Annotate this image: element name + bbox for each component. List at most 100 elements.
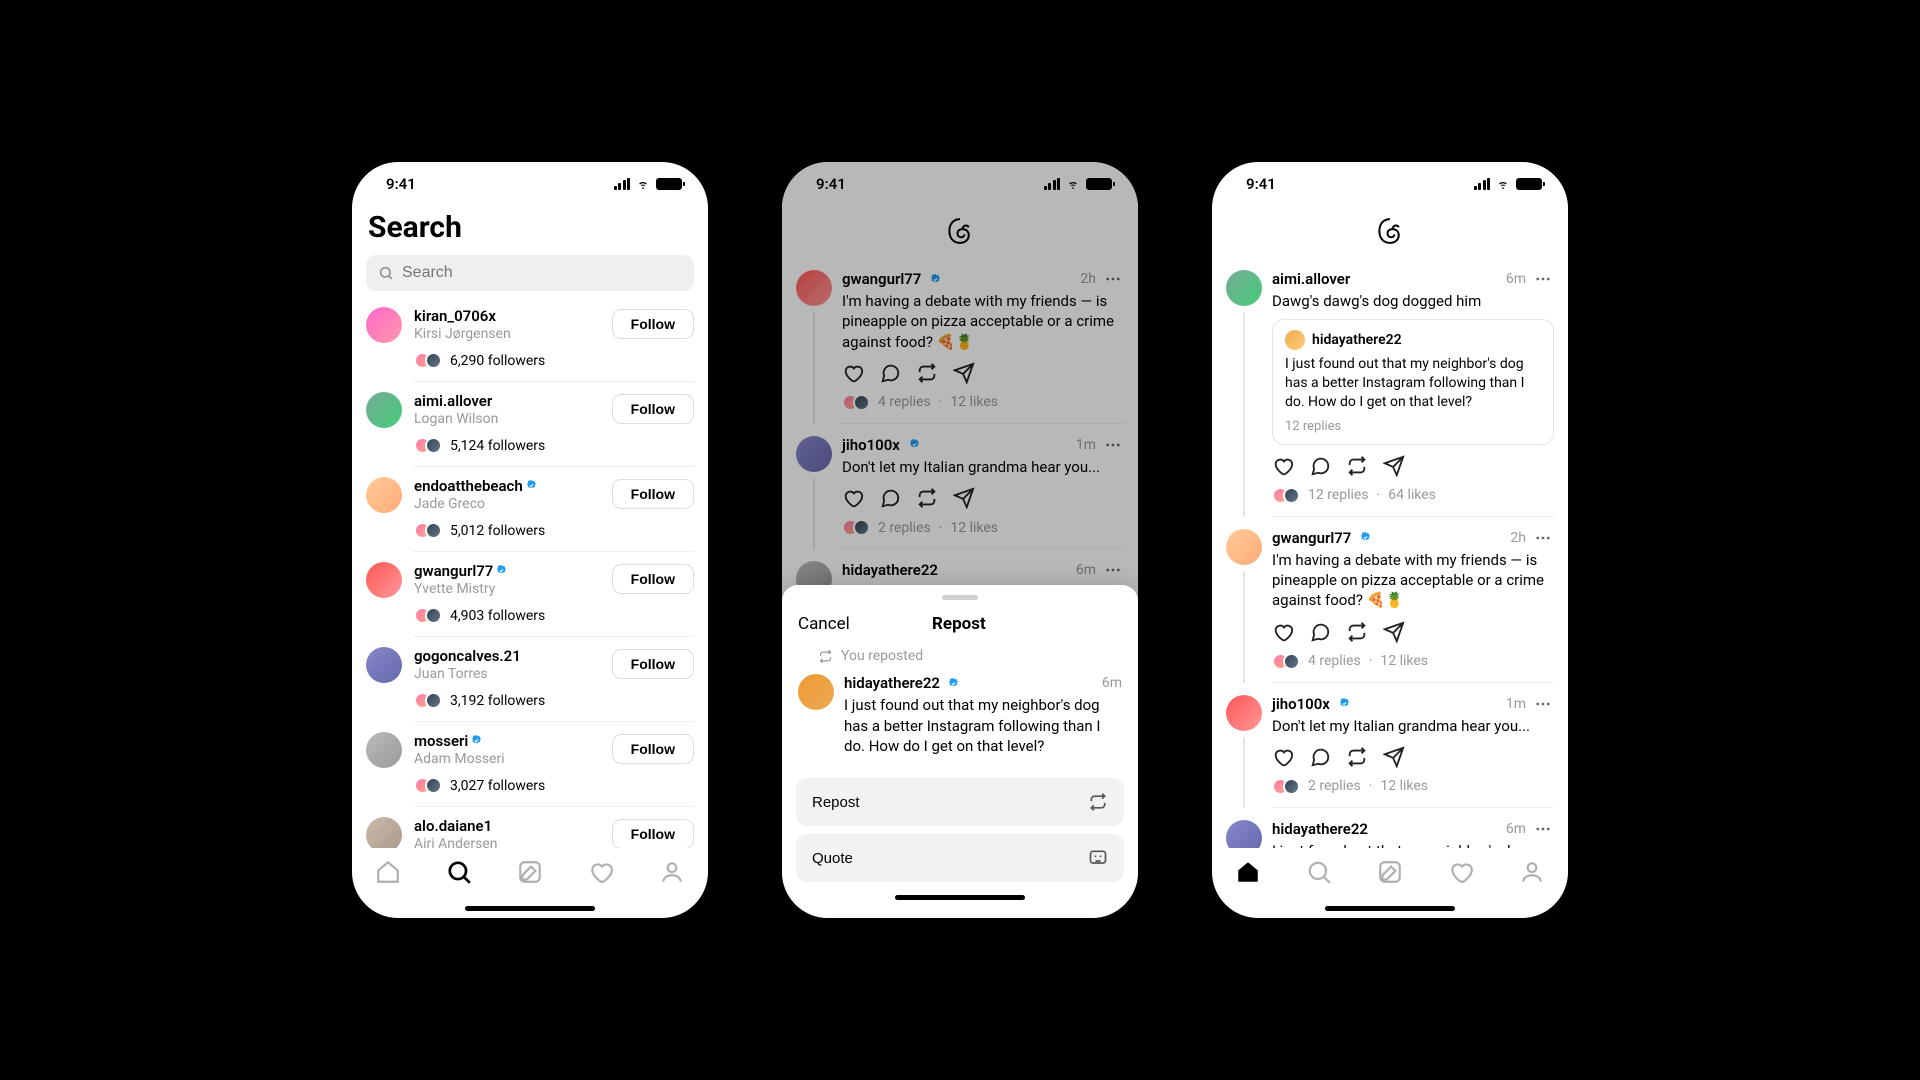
- tab-search[interactable]: [1306, 859, 1332, 885]
- post[interactable]: jiho100x1mDon't let my Italian grandma h…: [782, 424, 1138, 549]
- more-icon[interactable]: [1102, 436, 1124, 454]
- quoted-post[interactable]: hidayathere22I just found out that my ne…: [1272, 319, 1554, 445]
- like-count[interactable]: 12 likes: [950, 520, 998, 536]
- username[interactable]: kiran_0706x: [414, 307, 602, 325]
- more-icon[interactable]: [1102, 270, 1124, 288]
- post[interactable]: aimi.allover6mDawg's dawg's dog dogged h…: [1212, 258, 1568, 517]
- thread-line: [1243, 312, 1245, 517]
- follow-button[interactable]: Follow: [612, 649, 694, 679]
- quoted-replies[interactable]: 12 replies: [1285, 419, 1541, 434]
- tab-home[interactable]: [1235, 859, 1261, 885]
- follow-button[interactable]: Follow: [612, 309, 694, 339]
- user-row[interactable]: gogoncalves.21Juan Torres3,192 followers…: [352, 637, 708, 722]
- quoted-username[interactable]: hidayathere22: [1312, 332, 1402, 348]
- follow-button[interactable]: Follow: [612, 479, 694, 509]
- reply-icon[interactable]: [1309, 455, 1331, 477]
- post-username[interactable]: hidayathere22: [1272, 820, 1368, 838]
- user-row[interactable]: mosseriAdam Mosseri3,027 followersFollow: [352, 722, 708, 807]
- post-username[interactable]: jiho100x: [842, 436, 900, 454]
- post[interactable]: jiho100x1mDon't let my Italian grandma h…: [1212, 683, 1568, 808]
- share-icon[interactable]: [953, 487, 975, 509]
- reply-icon[interactable]: [879, 362, 901, 384]
- post[interactable]: gwangurl772hI'm having a debate with my …: [782, 258, 1138, 424]
- thread-line: [1243, 571, 1245, 683]
- follow-button[interactable]: Follow: [612, 819, 694, 848]
- repost-button[interactable]: Repost: [796, 778, 1124, 826]
- tab-activity[interactable]: [1448, 859, 1474, 885]
- like-icon[interactable]: [1272, 455, 1294, 477]
- reply-count[interactable]: 2 replies: [1308, 778, 1361, 794]
- battery-icon: [1086, 178, 1112, 190]
- tab-profile[interactable]: [1519, 859, 1545, 885]
- user-row[interactable]: aimi.alloverLogan Wilson5,124 followersF…: [352, 382, 708, 467]
- post-username[interactable]: aimi.allover: [1272, 270, 1350, 288]
- tab-home[interactable]: [375, 859, 401, 885]
- reply-count[interactable]: 2 replies: [878, 520, 931, 536]
- cancel-button[interactable]: Cancel: [798, 614, 850, 634]
- more-icon[interactable]: [1532, 695, 1554, 713]
- username[interactable]: endoatthebeach: [414, 477, 602, 495]
- reply-icon[interactable]: [1309, 746, 1331, 768]
- post-username[interactable]: gwangurl77: [842, 270, 921, 288]
- reply-count[interactable]: 4 replies: [878, 394, 931, 410]
- post-actions: [842, 362, 1124, 384]
- like-icon[interactable]: [1272, 621, 1294, 643]
- more-icon[interactable]: [1102, 561, 1124, 579]
- thread-line: [813, 478, 815, 549]
- like-count[interactable]: 64 likes: [1388, 487, 1436, 503]
- user-row[interactable]: alo.daiane1Airi AndersenFollow: [352, 807, 708, 848]
- post-username[interactable]: jiho100x: [1272, 695, 1330, 713]
- tab-compose[interactable]: [1377, 859, 1403, 885]
- sheet-grabber[interactable]: [942, 595, 978, 600]
- search-field[interactable]: [366, 255, 694, 291]
- share-icon[interactable]: [953, 362, 975, 384]
- like-count[interactable]: 12 likes: [1380, 778, 1428, 794]
- repost-icon[interactable]: [1346, 746, 1368, 768]
- username[interactable]: gogoncalves.21: [414, 647, 602, 665]
- like-count[interactable]: 12 likes: [1380, 653, 1428, 669]
- like-icon[interactable]: [842, 362, 864, 384]
- repost-icon[interactable]: [1346, 621, 1368, 643]
- follow-button[interactable]: Follow: [612, 394, 694, 424]
- follow-button[interactable]: Follow: [612, 734, 694, 764]
- username[interactable]: alo.daiane1: [414, 817, 602, 835]
- post[interactable]: hidayathere226mI just found out that my …: [1212, 808, 1568, 848]
- repost-icon[interactable]: [916, 362, 938, 384]
- share-icon[interactable]: [1383, 746, 1405, 768]
- tab-compose[interactable]: [517, 859, 543, 885]
- user-row[interactable]: gwangurl77Yvette Mistry4,903 followersFo…: [352, 552, 708, 637]
- like-icon[interactable]: [842, 487, 864, 509]
- follow-button[interactable]: Follow: [612, 564, 694, 594]
- user-row[interactable]: endoatthebeachJade Greco5,012 followersF…: [352, 467, 708, 552]
- quote-button[interactable]: Quote: [796, 834, 1124, 882]
- user-row[interactable]: kiran_0706xKirsi Jørgensen6,290 follower…: [352, 297, 708, 382]
- page-title: Search: [352, 206, 708, 255]
- share-icon[interactable]: [1383, 621, 1405, 643]
- share-icon[interactable]: [1383, 455, 1405, 477]
- like-icon[interactable]: [1272, 746, 1294, 768]
- post-time: 2h: [1080, 271, 1096, 287]
- avatar: [798, 674, 834, 710]
- username[interactable]: mosseri: [414, 732, 602, 750]
- post-username[interactable]: hidayathere22: [842, 561, 938, 579]
- sheet-post-username[interactable]: hidayathere22: [844, 674, 940, 692]
- search-input[interactable]: [402, 264, 682, 282]
- reply-icon[interactable]: [879, 487, 901, 509]
- more-icon[interactable]: [1532, 270, 1554, 288]
- tab-profile[interactable]: [659, 859, 685, 885]
- repost-icon[interactable]: [916, 487, 938, 509]
- reply-icon[interactable]: [1309, 621, 1331, 643]
- reply-count[interactable]: 12 replies: [1308, 487, 1369, 503]
- post-username[interactable]: gwangurl77: [1272, 529, 1351, 547]
- reply-count[interactable]: 4 replies: [1308, 653, 1361, 669]
- follower-avatars: [1272, 653, 1300, 670]
- username[interactable]: gwangurl77: [414, 562, 602, 580]
- more-icon[interactable]: [1532, 820, 1554, 838]
- like-count[interactable]: 12 likes: [950, 394, 998, 410]
- tab-activity[interactable]: [588, 859, 614, 885]
- post[interactable]: gwangurl772hI'm having a debate with my …: [1212, 517, 1568, 683]
- repost-icon[interactable]: [1346, 455, 1368, 477]
- tab-search[interactable]: [446, 859, 472, 885]
- more-icon[interactable]: [1532, 529, 1554, 547]
- username[interactable]: aimi.allover: [414, 392, 602, 410]
